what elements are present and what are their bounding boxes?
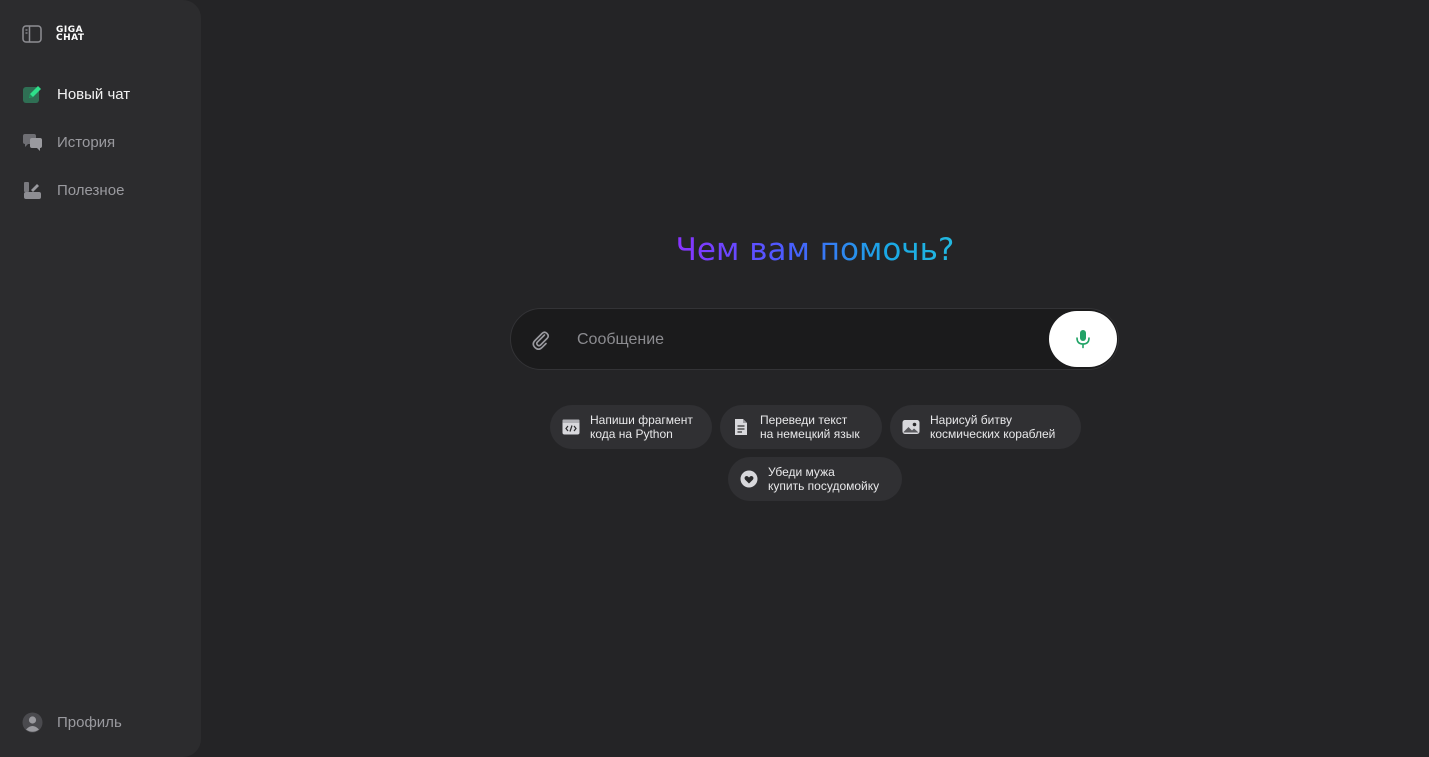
history-chat-bubbles-icon [23, 133, 42, 151]
sidebar-nav: Новый чат История Полезное [22, 70, 130, 214]
code-icon [562, 419, 580, 435]
suggestion-chip-python-code[interactable]: Напиши фрагмент кода на Python [550, 405, 712, 449]
profile-avatar-icon [22, 712, 43, 733]
suggestion-text: Нарисуй битву космических кораблей [930, 413, 1056, 441]
sidebar-item-label: Новый чат [57, 85, 131, 103]
microphone-icon [1076, 330, 1090, 349]
message-input[interactable] [575, 323, 1039, 357]
image-icon [902, 420, 920, 434]
sidebar-item-history[interactable]: История [22, 118, 130, 166]
sidebar-item-label: Полезное [57, 181, 125, 199]
attach-paperclip-icon[interactable] [529, 328, 551, 350]
sidebar-item-useful[interactable]: Полезное [22, 166, 130, 214]
page-title: Чем вам помочь? [675, 232, 955, 268]
suggestion-text: Убеди мужа купить посудомойку [768, 465, 880, 493]
suggestion-chip-draw-battle[interactable]: Нарисуй битву космических кораблей [890, 405, 1081, 449]
useful-toolbox-icon [24, 181, 41, 199]
profile-label: Профиль [57, 714, 122, 731]
heart-icon [740, 470, 758, 488]
message-composer [510, 308, 1119, 370]
new-chat-pencil-icon [23, 85, 41, 103]
suggestion-text: Переведи текст на немецкий язык [760, 413, 860, 441]
sidebar-toggle-icon[interactable] [22, 24, 42, 44]
gigachat-logo[interactable]: GIGA CHAT [56, 26, 104, 43]
sidebar-header: GIGA CHAT [22, 24, 104, 44]
suggestion-chip-dishwasher[interactable]: Убеди мужа купить посудомойку [728, 457, 902, 501]
voice-input-button[interactable] [1049, 311, 1117, 367]
sidebar-item-profile[interactable]: Профиль [22, 712, 122, 733]
sidebar: GIGA CHAT Новый чат История Полезное Про… [0, 0, 201, 757]
suggestion-chip-translate[interactable]: Переведи текст на немецкий язык [720, 405, 882, 449]
sidebar-item-label: История [57, 133, 116, 151]
document-icon [735, 419, 747, 435]
suggestion-text: Напиши фрагмент кода на Python [590, 413, 693, 441]
sidebar-item-new-chat[interactable]: Новый чат [22, 70, 130, 118]
